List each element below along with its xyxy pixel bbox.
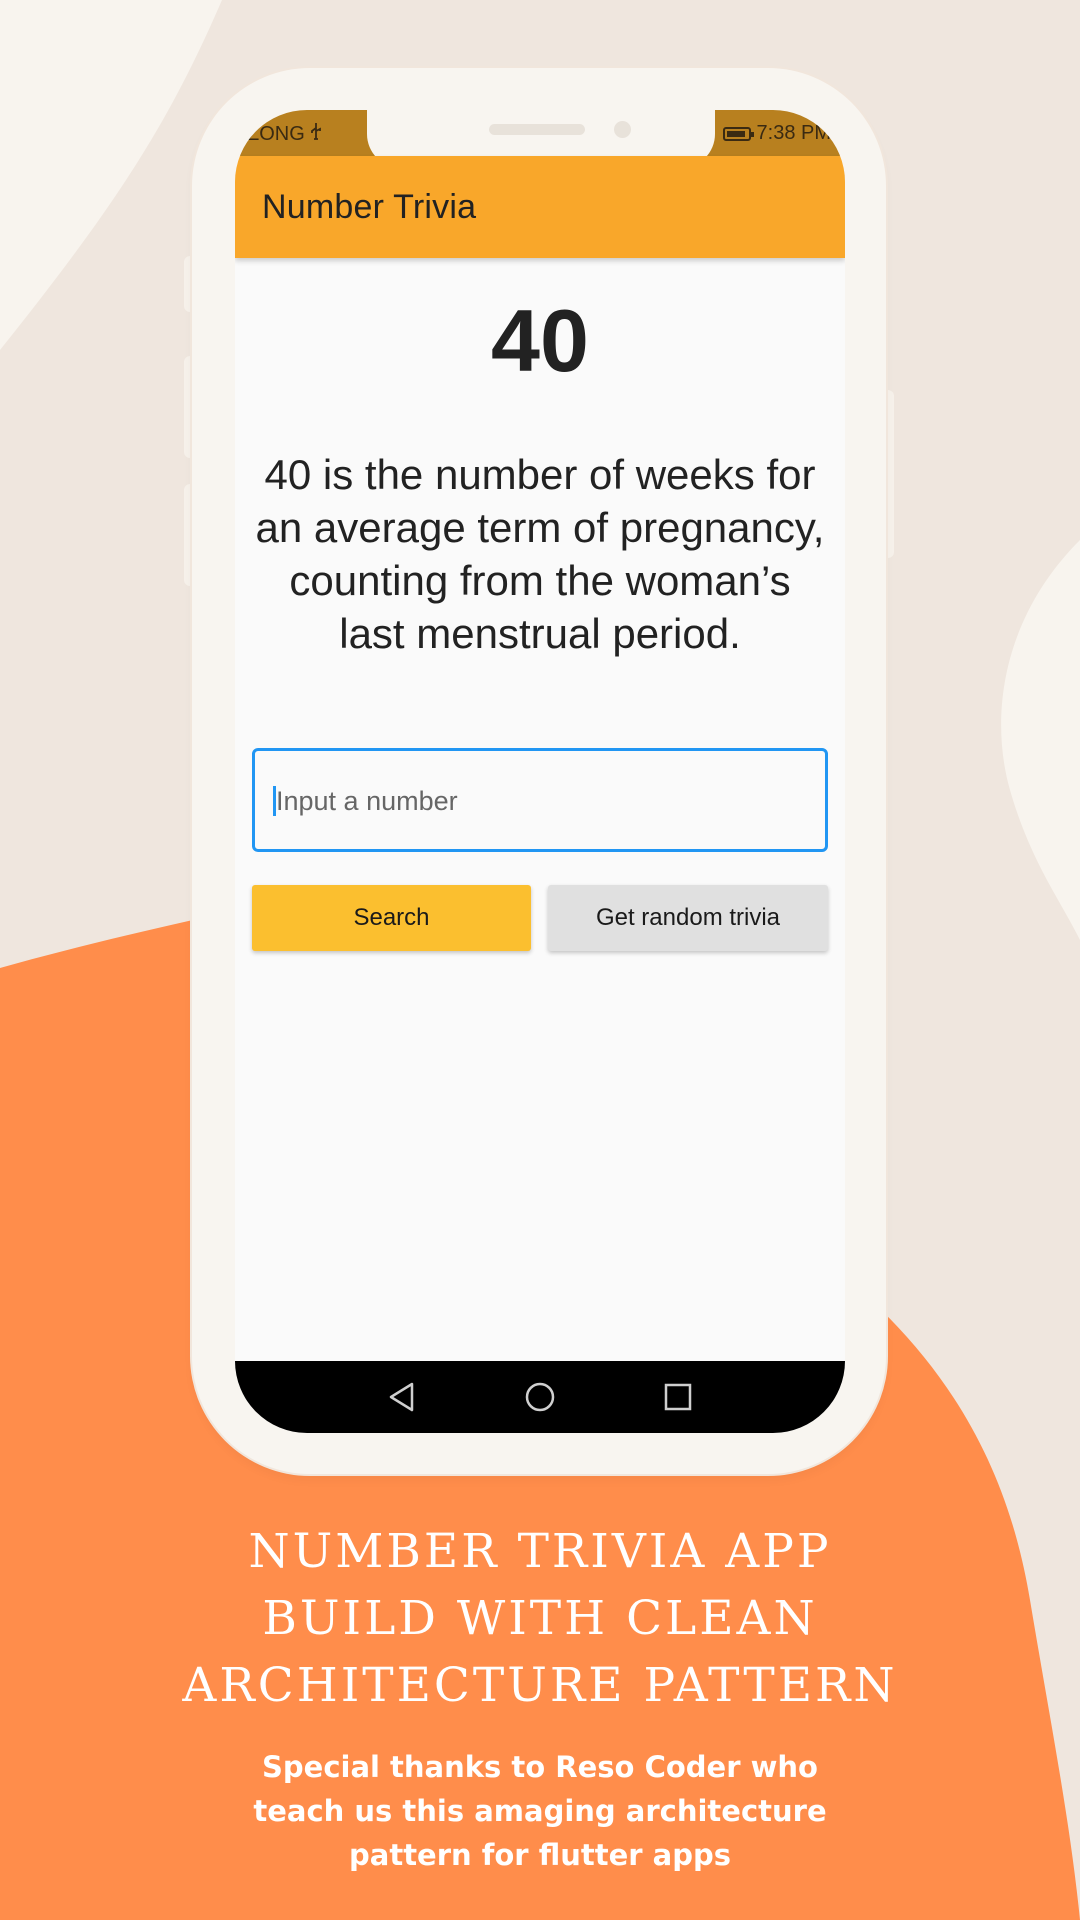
app-bar-title: Number Trivia — [262, 188, 477, 226]
recents-icon[interactable] — [663, 1381, 693, 1418]
trivia-text: 40 is the number of weeks for an average… — [255, 451, 825, 657]
promo-thanks-line: Special thanks to Reso Coder who — [262, 1750, 818, 1784]
battery-charging-icon — [722, 126, 754, 141]
status-left: ZONG — [247, 122, 323, 146]
promo-thanks-line: teach us this amaging architecture — [253, 1794, 827, 1828]
usb-icon — [309, 122, 323, 146]
promo-headline-line: NUMBER TRIVIA APP — [248, 1524, 832, 1579]
front-camera — [614, 121, 631, 138]
number-input-container[interactable] — [252, 748, 828, 852]
app-bar: Number Trivia — [235, 156, 845, 258]
promo-thanks-line: pattern for flutter apps — [349, 1838, 731, 1872]
carrier-label: ZONG — [247, 122, 305, 145]
background-cream-blob-right — [1001, 540, 1080, 940]
promo-headline: NUMBER TRIVIA APP BUILD WITH CLEAN ARCHI… — [0, 1518, 1080, 1719]
system-nav-bar — [235, 1361, 845, 1433]
promo-thanks: Special thanks to Reso Coder who teach u… — [0, 1745, 1080, 1877]
search-button[interactable]: Search — [252, 885, 531, 951]
status-bar: ZONG 7:38 PM — [235, 110, 845, 168]
promo-headline-line: ARCHITECTURE PATTERN — [182, 1658, 898, 1713]
back-icon[interactable] — [387, 1381, 417, 1418]
home-icon[interactable] — [524, 1381, 556, 1418]
status-time: 7:38 PM — [756, 122, 831, 144]
speaker-grille — [489, 124, 585, 135]
get-random-trivia-button[interactable]: Get random trivia — [548, 885, 828, 951]
phone-screen: ZONG 7:38 PM Number Trivia 40 40 is the … — [235, 110, 845, 1433]
trivia-number: 40 — [491, 291, 589, 390]
status-right: 7:38 PM — [722, 122, 831, 145]
number-input[interactable] — [273, 775, 806, 827]
promo-headline-line: BUILD WITH CLEAN — [262, 1591, 818, 1646]
